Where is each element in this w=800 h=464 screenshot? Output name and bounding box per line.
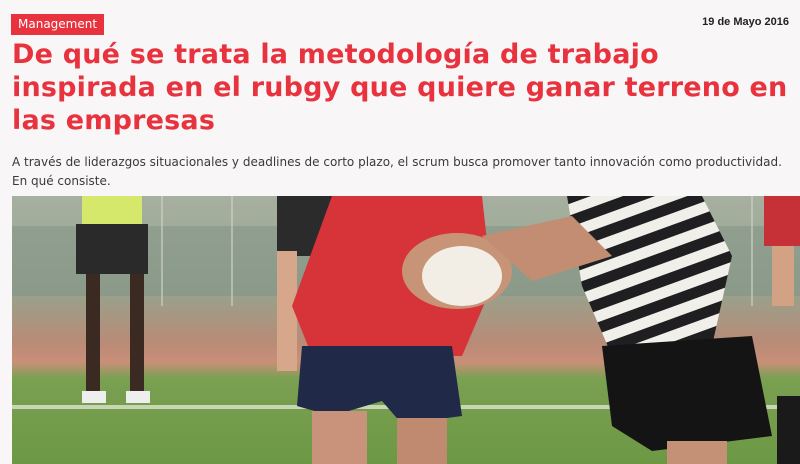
- category-badge[interactable]: Management: [11, 14, 105, 35]
- hero-image: [12, 196, 800, 464]
- article-title[interactable]: De qué se trata la metodología de trabaj…: [12, 38, 797, 137]
- publish-date: 19 de Mayo 2016: [702, 16, 789, 28]
- article-summary: A través de liderazgos situacionales y d…: [12, 155, 782, 188]
